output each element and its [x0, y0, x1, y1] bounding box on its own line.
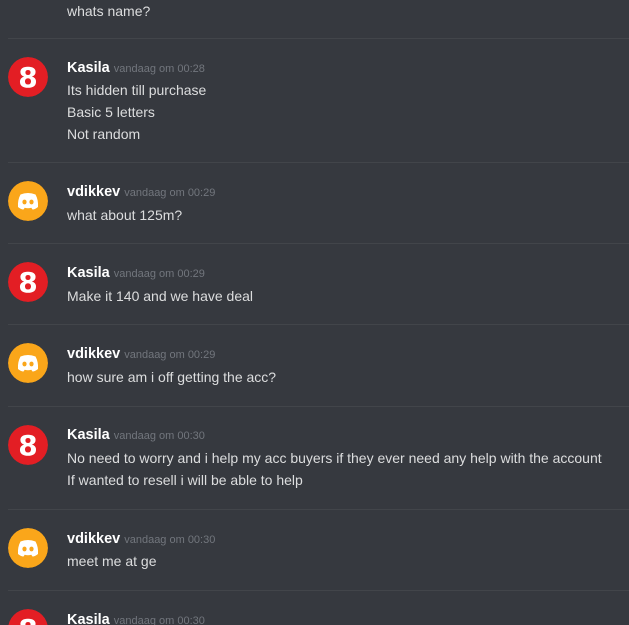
chat-messages[interactable]: whats name? 8 Kasila vandaag om 00:28 Its… [0, 0, 629, 625]
username[interactable]: vdikkev [67, 346, 120, 362]
discord-logo-icon [8, 343, 48, 383]
svg-text:8: 8 [18, 613, 37, 625]
message-text: If wanted to resell i will be able to he… [67, 472, 303, 488]
message-header: Kasila vandaag om 00:30 [67, 426, 205, 445]
username[interactable]: Kasila [67, 265, 110, 281]
message-header: vdikkev vandaag om 00:30 [67, 530, 215, 549]
avatar-vdikkev[interactable] [8, 181, 48, 221]
username[interactable]: vdikkev [67, 531, 120, 547]
username[interactable]: Kasila [67, 427, 110, 443]
svg-text:8: 8 [18, 61, 37, 94]
timestamp[interactable]: vandaag om 00:30 [114, 615, 205, 625]
message-text: whats name? [67, 3, 151, 19]
message-text: meet me at ge [67, 553, 157, 569]
svg-text:8: 8 [18, 429, 37, 462]
timestamp[interactable]: vandaag om 00:30 [114, 430, 205, 442]
message-header: Kasila vandaag om 00:28 [67, 59, 205, 78]
message-header: vdikkev vandaag om 00:29 [67, 345, 215, 364]
svg-text:8: 8 [18, 266, 37, 299]
timestamp[interactable]: vandaag om 00:29 [114, 268, 205, 280]
message-divider [8, 162, 629, 163]
avatar-kasila[interactable]: 8 [8, 57, 48, 97]
discord-logo-icon [8, 528, 48, 568]
timestamp[interactable]: vandaag om 00:29 [124, 349, 215, 361]
message-header: Kasila vandaag om 00:30 [67, 611, 205, 625]
message-header: Kasila vandaag om 00:29 [67, 264, 205, 283]
avatar-kasila[interactable]: 8 [8, 262, 48, 302]
red-8-icon: 8 [8, 57, 48, 97]
message-header: vdikkev vandaag om 00:29 [67, 183, 215, 202]
avatar-vdikkev[interactable] [8, 528, 48, 568]
avatar-vdikkev[interactable] [8, 343, 48, 383]
username[interactable]: Kasila [67, 60, 110, 76]
message-divider [8, 509, 629, 510]
message-text: Its hidden till purchase [67, 82, 207, 98]
message-divider [8, 243, 629, 244]
red-8-icon: 8 [8, 425, 48, 465]
avatar-kasila[interactable]: 8 [8, 425, 48, 465]
message-text: Not random [67, 126, 141, 142]
message-text: Make it 140 and we have deal [67, 288, 254, 304]
timestamp[interactable]: vandaag om 00:28 [114, 63, 205, 75]
username[interactable]: Kasila [67, 612, 110, 625]
message-text: No need to worry and i help my acc buyer… [67, 450, 602, 466]
message-divider [8, 38, 629, 39]
red-8-icon: 8 [8, 609, 48, 625]
message-text: Basic 5 letters [67, 104, 155, 120]
message-text: what about 125m? [67, 207, 183, 223]
red-8-icon: 8 [8, 262, 48, 302]
discord-logo-icon [8, 181, 48, 221]
message-divider [8, 406, 629, 407]
timestamp[interactable]: vandaag om 00:29 [124, 187, 215, 199]
avatar-kasila[interactable]: 8 [8, 609, 48, 625]
timestamp[interactable]: vandaag om 00:30 [124, 534, 215, 546]
username[interactable]: vdikkev [67, 184, 120, 200]
message-divider [8, 590, 629, 591]
message-text: how sure am i off getting the acc? [67, 369, 277, 385]
message-divider [8, 324, 629, 325]
